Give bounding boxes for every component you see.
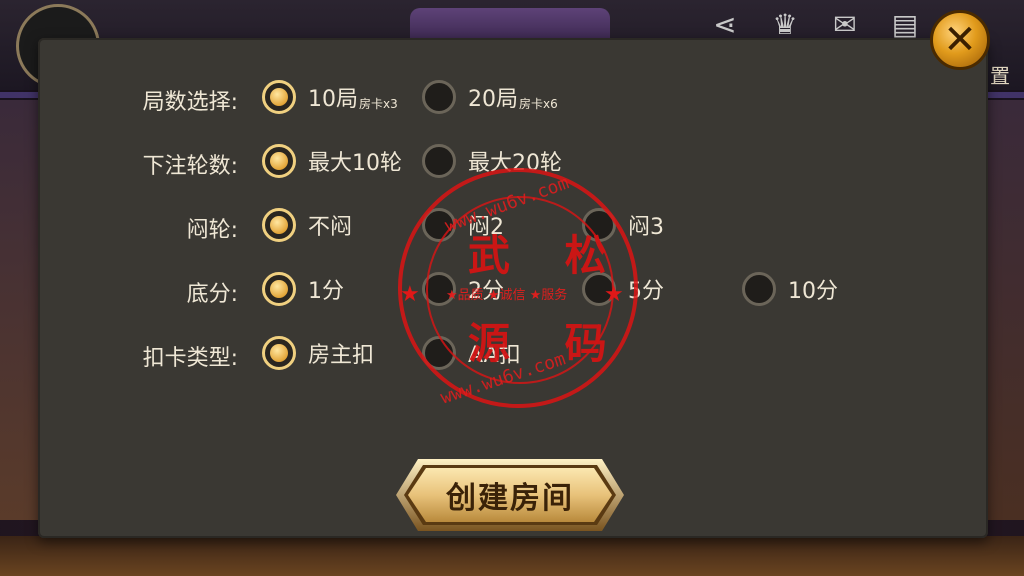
option-label: 2分 [468,279,504,304]
radio-unselected-icon[interactable] [742,272,776,306]
option-label: 不闷 [308,215,353,240]
create-room-label: 创建房间 [446,481,574,516]
radio-unselected-icon[interactable] [582,208,616,242]
option-label: 最大20轮 [468,151,562,176]
option-label: 1分 [308,279,344,304]
option-blind-2[interactable]: 闷2 [422,208,504,242]
option-score-1[interactable]: 1分 [262,272,344,306]
close-button[interactable]: ✕ [930,10,990,70]
option-host-pays[interactable]: 房主扣 [262,336,374,370]
option-10-rounds[interactable]: 10局 房卡x3 [262,80,398,114]
radio-selected-icon[interactable] [262,144,296,178]
bet-rounds-label: 下注轮数: [142,154,238,179]
radio-unselected-icon[interactable] [422,208,456,242]
option-max-10[interactable]: 最大10轮 [262,144,402,178]
option-label: AA扣 [468,343,521,368]
star-icon: ★ [604,282,624,307]
option-label: 闷2 [468,215,504,240]
radio-unselected-icon[interactable] [422,336,456,370]
option-score-2[interactable]: 2分 [422,272,504,306]
option-score-10[interactable]: 10分 [742,272,838,306]
option-no-blind[interactable]: 不闷 [262,208,352,242]
option-label: 10分 [788,279,838,304]
option-aa-pays[interactable]: AA扣 [422,336,521,370]
option-blind-3[interactable]: 闷3 [582,208,664,242]
star-icon: ★ [400,282,420,307]
left-background [0,100,40,520]
radio-selected-icon[interactable] [262,208,296,242]
radio-unselected-icon[interactable] [422,80,456,114]
option-label: 5分 [628,279,664,304]
document-icon[interactable]: ▤ [886,10,924,40]
crown-icon[interactable]: ♛ [766,10,804,40]
option-label: 20局 [468,87,518,112]
option-cost: 房卡x6 [519,96,558,111]
close-icon: ✕ [943,17,977,63]
radio-unselected-icon[interactable] [422,144,456,178]
option-max-20[interactable]: 最大20轮 [422,144,562,178]
base-score-label: 底分: [186,282,238,307]
share-icon[interactable]: ⋖ [706,10,744,40]
radio-unselected-icon[interactable] [422,272,456,306]
blind-rounds-label: 闷轮: [186,218,238,243]
option-label: 闷3 [628,215,664,240]
right-background [986,100,1024,520]
create-room-button[interactable]: 创建房间 [392,455,628,535]
option-cost: 房卡x3 [359,96,398,111]
option-label: 房主扣 [308,343,375,368]
option-20-rounds[interactable]: 20局 房卡x6 [422,80,558,114]
radio-selected-icon[interactable] [262,272,296,306]
mail-icon[interactable]: ✉ [826,10,864,40]
bottom-background [0,536,1024,576]
rounds-label: 局数选择: [142,90,238,115]
card-deduct-label: 扣卡类型: [142,346,238,371]
settings-label: 置 [990,64,1010,88]
option-label: 10局 [308,87,358,112]
radio-selected-icon[interactable] [262,80,296,114]
radio-selected-icon[interactable] [262,336,296,370]
option-label: 最大10轮 [308,151,402,176]
